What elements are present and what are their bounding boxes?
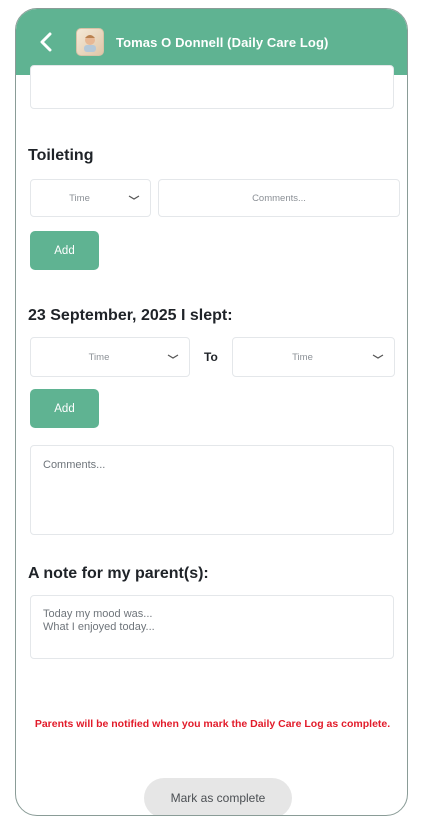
note-textarea[interactable]: Today my mood was... What I enjoyed toda…: [30, 595, 394, 659]
page-title: Tomas O Donnell (Daily Care Log): [116, 34, 329, 50]
note-placeholder-line2: What I enjoyed today...: [43, 621, 155, 633]
note-title: A note for my parent(s):: [28, 565, 209, 582]
sleep-to-label: To: [204, 350, 218, 364]
notification-warning: Parents will be notified when you mark t…: [34, 718, 391, 730]
sleep-add-button[interactable]: Add: [30, 389, 99, 428]
chevron-left-icon: [40, 32, 52, 52]
chevron-down-icon: [128, 194, 142, 202]
toileting-time-value: Time: [69, 192, 90, 204]
toileting-comments-input[interactable]: Comments...: [158, 179, 400, 217]
phone-frame: Tomas O Donnell (Daily Care Log) Toileti…: [15, 8, 408, 816]
previous-field[interactable]: [30, 65, 394, 109]
sleep-from-select[interactable]: Time: [30, 337, 190, 377]
chevron-down-icon: [372, 353, 386, 361]
toileting-comments-placeholder: Comments...: [252, 192, 306, 204]
note-placeholder-line1: Today my mood was...: [43, 608, 153, 620]
toileting-add-button[interactable]: Add: [30, 231, 99, 270]
sleep-title: 23 September, 2025 I slept:: [28, 307, 233, 324]
sleep-comments-placeholder: Comments...: [43, 459, 106, 471]
mark-complete-button[interactable]: Mark as complete: [144, 778, 292, 815]
chevron-down-icon: [167, 353, 181, 361]
toileting-time-select[interactable]: Time: [30, 179, 151, 217]
sleep-comments-textarea[interactable]: Comments...: [30, 445, 394, 535]
sleep-to-select[interactable]: Time: [232, 337, 395, 377]
back-button[interactable]: [34, 30, 58, 54]
sleep-to-value: Time: [292, 351, 313, 363]
sleep-from-value: Time: [88, 351, 110, 363]
child-avatar-icon: [84, 35, 96, 52]
toileting-title: Toileting: [28, 147, 94, 164]
child-avatar: [76, 28, 104, 56]
